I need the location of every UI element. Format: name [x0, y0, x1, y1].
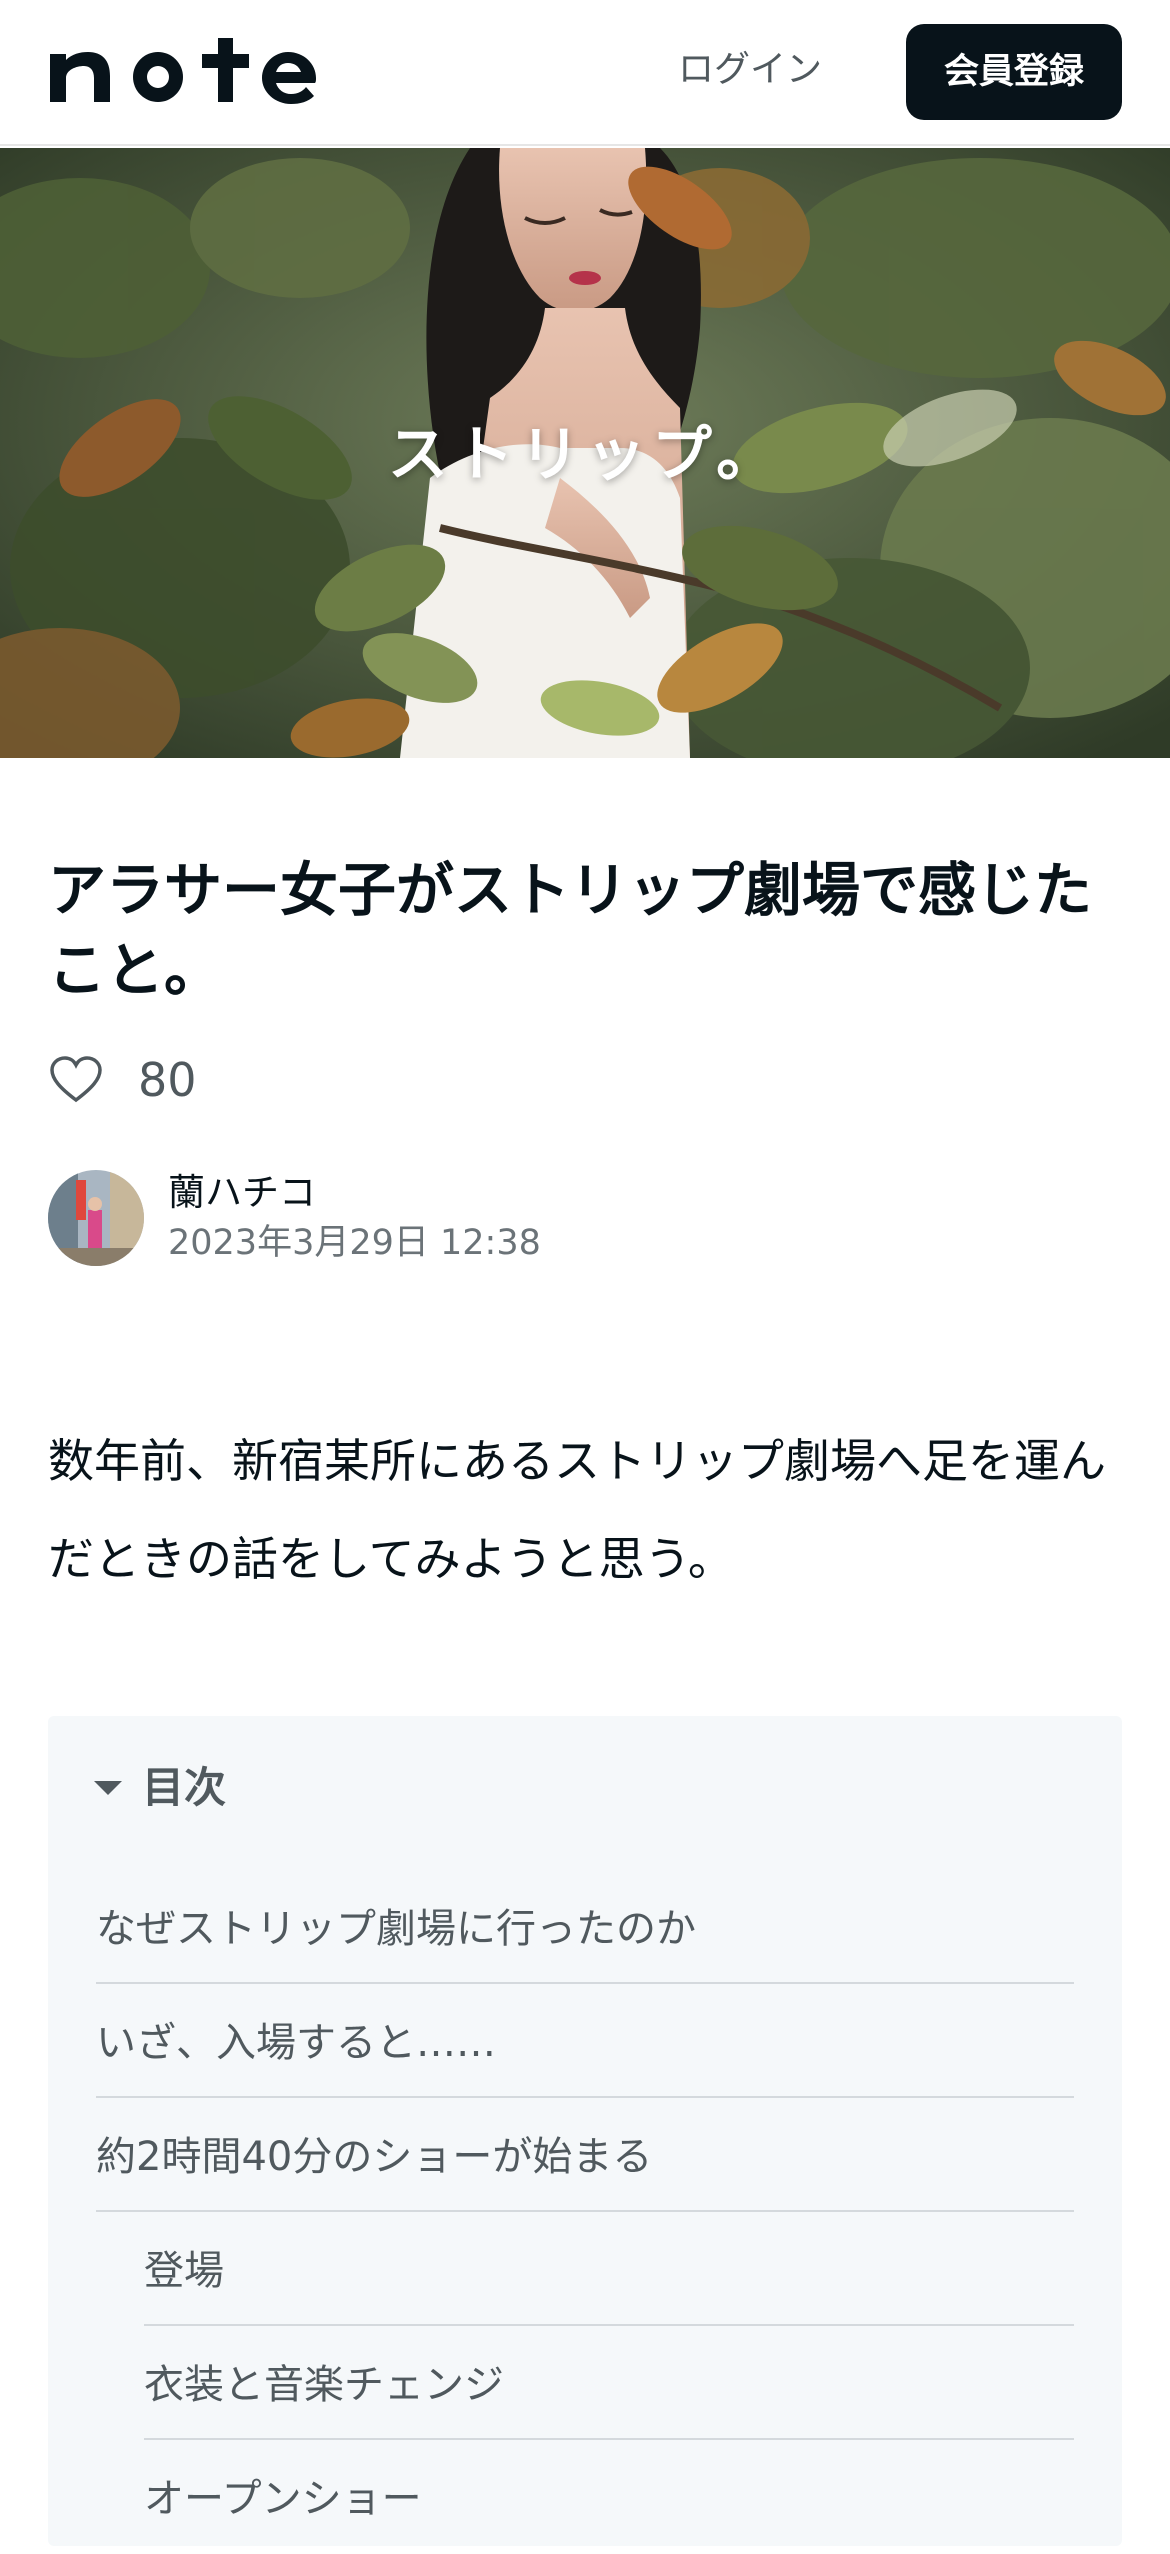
article-title: アラサー女子がストリップ劇場で感じたこと。 — [48, 856, 1093, 1004]
site-header: note ログイン 会員登録 — [0, 0, 1170, 146]
toc-item-label: 約2時間40分のショーが始まる — [96, 2134, 653, 2180]
avatar[interactable] — [48, 1170, 144, 1266]
note-logo[interactable]: note — [46, 36, 346, 106]
toc-item-label: 衣装と音楽チェンジ — [144, 2362, 504, 2408]
toc-subitem[interactable]: 衣装と音楽チェンジ — [144, 2326, 1074, 2440]
toc-subitem[interactable]: 登場 — [144, 2212, 1074, 2326]
chevron-down-icon — [94, 1780, 122, 1795]
author-info: 蘭ハチコ 2023年3月29日 12:38 — [48, 1168, 541, 1268]
toc-toggle[interactable]: 目次 — [94, 1754, 226, 1815]
table-of-contents: 目次 なぜストリップ劇場に行ったのか いざ、入場すると…… 約2時間40分のショ… — [48, 1716, 1122, 2546]
post-date: 2023年3月29日 12:38 — [168, 1223, 541, 1263]
like-area: 80 — [48, 1048, 197, 1112]
login-button[interactable]: ログイン — [660, 40, 840, 100]
hero-image: ストリップ。 — [0, 148, 1170, 758]
toc-item-label: なぜストリップ劇場に行ったのか — [96, 1906, 696, 1952]
toc-title: 目次 — [142, 1763, 227, 1812]
hero-overlay-text: ストリップ。 — [387, 420, 783, 490]
author-name[interactable]: 蘭ハチコ — [168, 1168, 541, 1218]
like-count: 80 — [138, 1053, 197, 1107]
toc-item[interactable]: 約2時間40分のショーが始まる — [96, 2098, 1074, 2212]
heart-icon[interactable] — [48, 1052, 104, 1108]
toc-item-label: 登場 — [144, 2248, 224, 2294]
toc-item[interactable]: なぜストリップ劇場に行ったのか — [96, 1870, 1074, 1984]
toc-item[interactable]: いざ、入場すると…… — [96, 1984, 1074, 2098]
toc-item-label: いざ、入場すると…… — [96, 2020, 496, 2066]
toc-subitem[interactable]: オープンショー — [144, 2440, 1074, 2554]
toc-item-label: オープンショー — [144, 2476, 422, 2522]
article-body: 数年前、新宿某所にあるストリップ劇場へ足を運んだときの話をしてみようと思う。 — [48, 1434, 1106, 1586]
signup-button[interactable]: 会員登録 — [906, 24, 1122, 120]
toc-list: なぜストリップ劇場に行ったのか いざ、入場すると…… 約2時間40分のショーが始… — [96, 1870, 1074, 2554]
